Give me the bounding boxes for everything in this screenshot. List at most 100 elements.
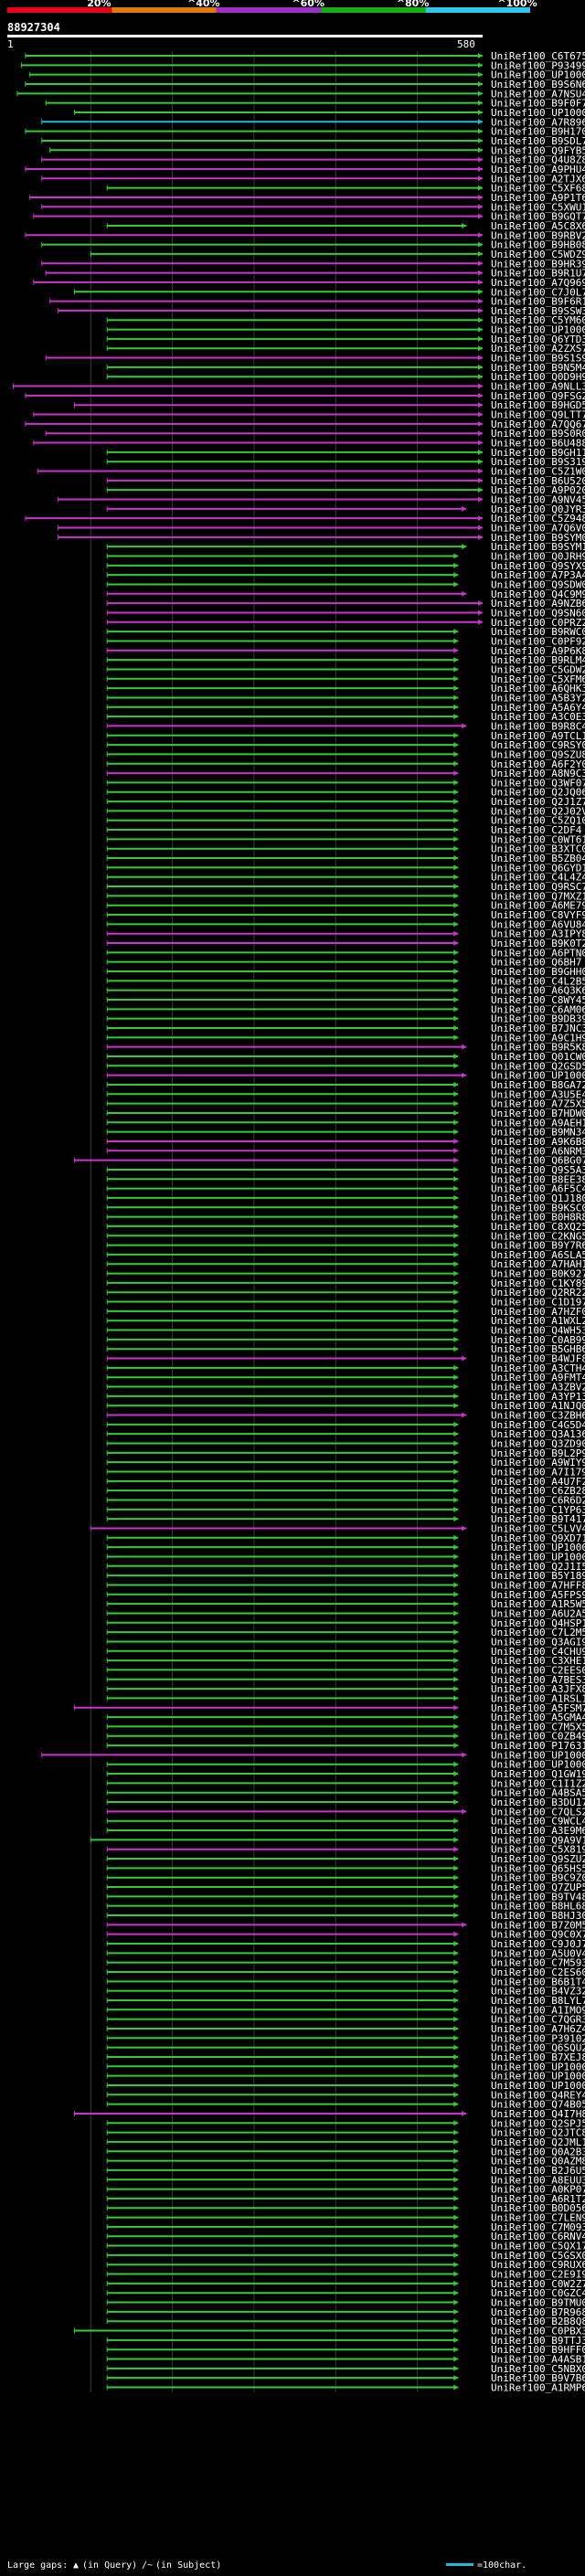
hit-arrowhead	[453, 2025, 459, 2031]
hit-arrowhead	[478, 619, 483, 625]
hit-arrowhead	[453, 1194, 459, 1201]
hit-arrowhead	[462, 1752, 467, 1758]
hit-arrowhead	[453, 969, 459, 975]
query-id-title: 88927304	[7, 21, 60, 34]
hit-arrowhead	[453, 1733, 459, 1739]
hit-arrowhead	[453, 1459, 459, 1466]
hit-arrowhead	[453, 1714, 459, 1721]
hit-arrowhead	[453, 694, 459, 701]
hit-arrowhead	[478, 335, 483, 342]
hit-arrowhead	[453, 1440, 459, 1447]
hit-arrowhead	[478, 147, 483, 154]
hit-arrowhead	[453, 1157, 459, 1163]
hit-arrowhead	[462, 1072, 467, 1078]
hit-arrowhead	[478, 534, 483, 540]
hit-arrowhead	[453, 638, 459, 644]
hit-arrowhead	[453, 1176, 459, 1182]
hit-arrowhead	[453, 949, 459, 956]
hit-arrowhead	[453, 1544, 459, 1551]
hit-arrowhead	[453, 1148, 459, 1154]
hit-arrowhead	[453, 1270, 459, 1277]
hit-arrowhead	[453, 1828, 459, 1834]
hit-arrowhead	[453, 836, 459, 843]
hit-arrowhead	[453, 1063, 459, 1069]
hit-arrowhead	[453, 1799, 459, 1806]
hit-arrowhead	[453, 1638, 459, 1645]
hit-arrowhead	[453, 2384, 459, 2390]
hit-arrowhead	[478, 204, 483, 210]
hit-arrowhead	[453, 1695, 459, 1701]
query-gap-marker: ▲	[73, 2560, 79, 2571]
query-bar	[7, 35, 483, 37]
hit-arrowhead	[453, 1138, 459, 1144]
hit-arrowhead	[453, 1723, 459, 1730]
hit-arrowhead	[453, 2280, 459, 2286]
hit-arrowhead	[453, 714, 459, 720]
hit-arrowhead	[453, 1374, 459, 1381]
hit-label[interactable]: UniRef100_A1RMP6	[491, 2382, 585, 2394]
alignment-overview-chart: 20% ^40% ^60% ^80% ^100% 88927304 1 580 UniR…	[7, 0, 585, 2571]
hit-arrowhead	[453, 799, 459, 805]
hit-arrowhead	[462, 544, 467, 550]
hit-arrowhead	[453, 1488, 459, 1494]
hit-arrowhead	[453, 2035, 459, 2041]
hit-arrowhead	[462, 1044, 467, 1050]
identity-scale-label: 20%	[87, 0, 111, 9]
hit-arrowhead	[453, 1704, 459, 1711]
hit-arrowhead	[478, 260, 483, 267]
hit-arrowhead	[453, 1279, 459, 1286]
legend-footer: Large gaps: ▲ (in Query) /~ (in Subject)…	[7, 2560, 526, 2571]
hit-arrowhead	[453, 666, 459, 673]
hit-arrowhead	[453, 1053, 459, 1059]
hit-arrowhead	[453, 1421, 459, 1427]
hit-arrowhead	[453, 2356, 459, 2362]
hit-arrowhead	[453, 874, 459, 880]
hit-arrowhead	[478, 270, 483, 276]
hit-arrowhead	[453, 2365, 459, 2371]
hit-arrowhead	[462, 222, 467, 228]
hit-arrowhead	[453, 1119, 459, 1126]
hit-arrowhead	[478, 440, 483, 446]
hit-arrowhead	[453, 1818, 459, 1824]
hit-arrowhead	[453, 1223, 459, 1229]
hit-arrowhead	[453, 2129, 459, 2136]
scale-bar	[446, 2563, 473, 2566]
hit-arrowhead	[478, 62, 483, 69]
hit-arrowhead	[453, 1601, 459, 1607]
hit-arrowhead	[453, 1629, 459, 1636]
hit-arrowhead	[453, 1393, 459, 1399]
hit-arrowhead	[453, 2044, 459, 2051]
hit-arrowhead	[453, 1903, 459, 1909]
hit-arrowhead	[453, 2271, 459, 2277]
in-query-label: (in Query)	[82, 2560, 137, 2571]
hit-arrowhead	[453, 2252, 459, 2258]
hit-arrowhead	[478, 402, 483, 408]
hit-arrowhead	[478, 250, 483, 257]
hit-arrowhead	[453, 1233, 459, 1239]
hit-arrowhead	[462, 1525, 467, 1532]
hit-arrowhead	[453, 1968, 459, 1975]
hit-arrowhead	[453, 1015, 459, 1022]
hit-arrowhead	[453, 1865, 459, 1871]
hit-arrowhead	[478, 449, 483, 455]
hit-arrowhead	[453, 1166, 459, 1172]
hit-arrowhead	[453, 1761, 459, 1767]
hit-arrowhead	[453, 855, 459, 862]
hit-arrowhead	[478, 165, 483, 172]
hit-arrowhead	[462, 590, 467, 597]
hit-arrowhead	[453, 1619, 459, 1626]
hit-arrowhead	[453, 2177, 459, 2183]
hit-arrowhead	[453, 1185, 459, 1192]
hit-arrowhead	[453, 1024, 459, 1031]
hit-arrowhead	[453, 1506, 459, 1512]
subject-gap-marker: /~	[142, 2560, 153, 2571]
hit-arrowhead	[453, 2290, 459, 2296]
hit-arrowhead	[478, 298, 483, 304]
hit-arrowhead	[453, 2214, 459, 2221]
hit-arrowhead	[453, 732, 459, 738]
identity-scale-label: ^60%	[292, 0, 324, 9]
gaps-label: Large gaps:	[7, 2560, 68, 2571]
hit-arrowhead	[453, 1789, 459, 1796]
hit-arrowhead	[478, 459, 483, 465]
hit-arrowhead	[453, 1468, 459, 1475]
